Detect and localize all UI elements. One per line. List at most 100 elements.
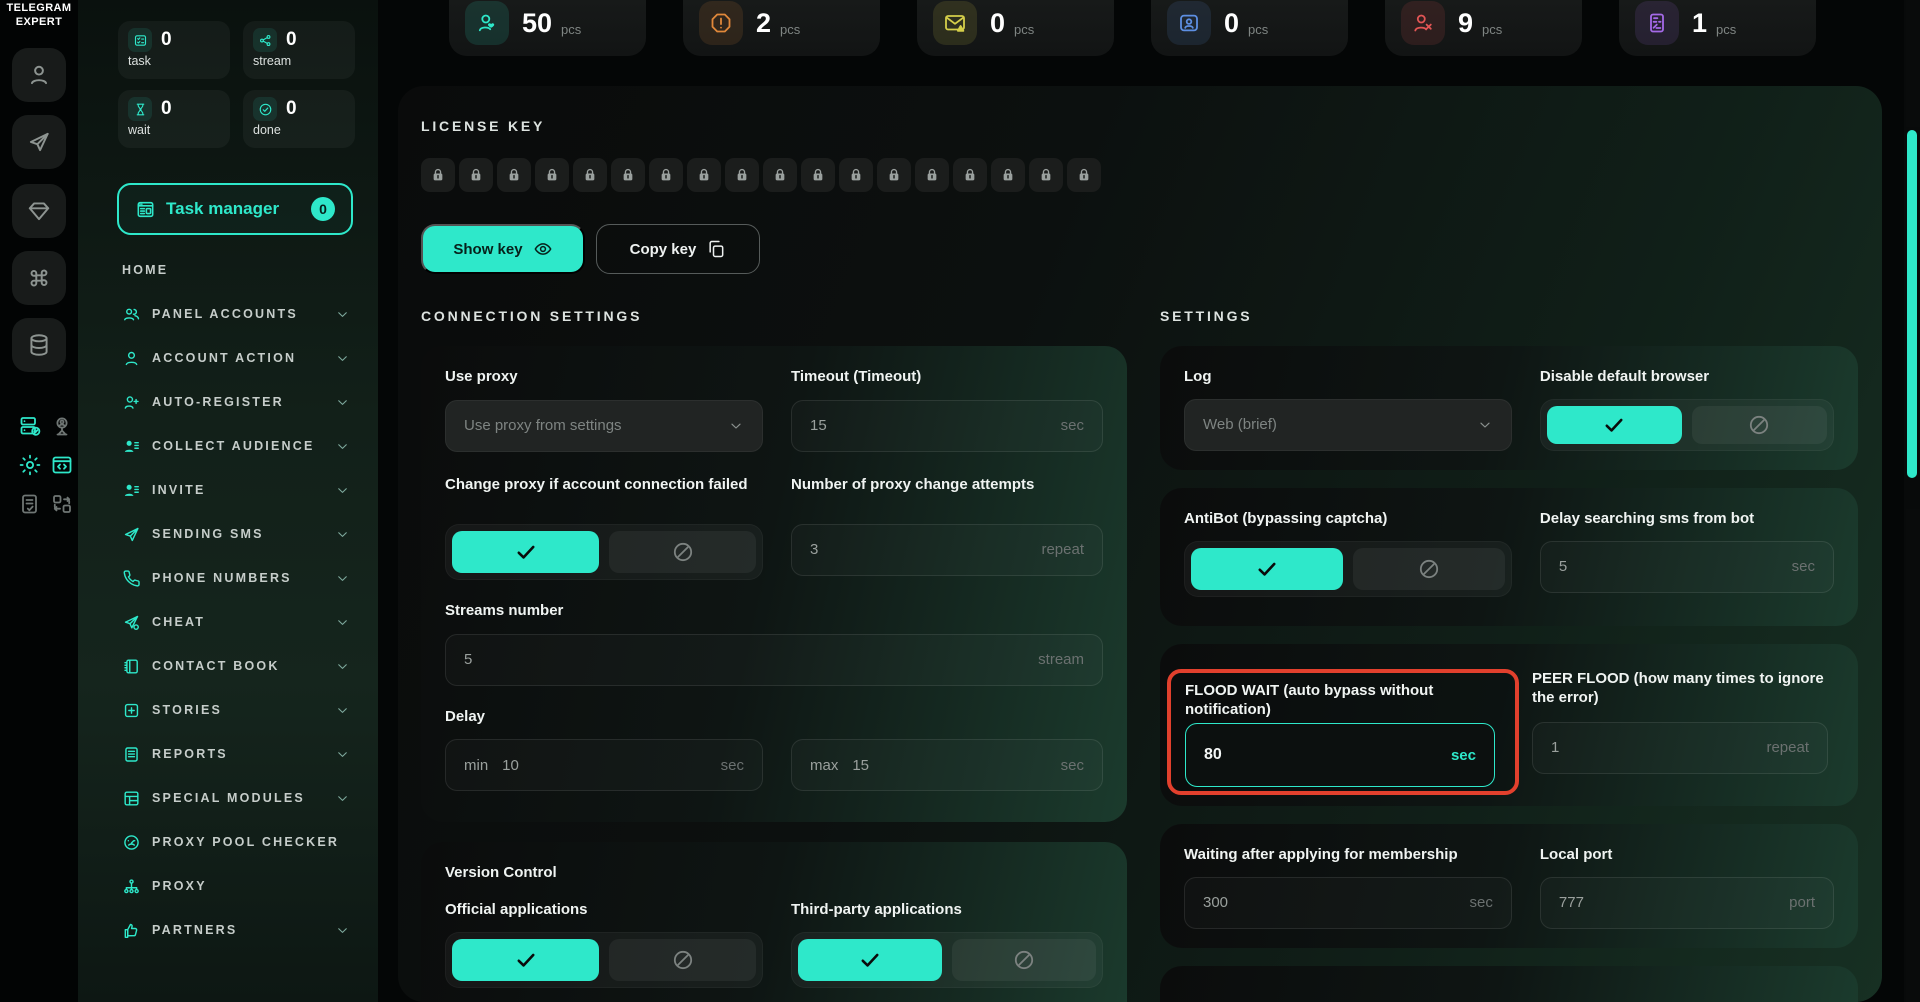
change-proxy-off[interactable]: [609, 531, 756, 573]
timeout-input[interactable]: 15 sec: [791, 400, 1103, 452]
stat-card-user-heart[interactable]: 50pcs: [449, 0, 646, 56]
ban-icon: [1012, 948, 1036, 972]
flood-wait-input[interactable]: 80 sec: [1185, 723, 1495, 787]
sms-delay-input[interactable]: 5 sec: [1540, 541, 1834, 593]
sidebar-item-invite[interactable]: INVITE: [78, 468, 378, 512]
peer-flood-label: PEER FLOOD (how many times to ignore the…: [1532, 670, 1828, 708]
doc-check-icon[interactable]: [18, 492, 42, 516]
stat-label: stream: [253, 54, 345, 68]
sidebar-item-label: PARTNERS: [152, 923, 237, 937]
sidebar-item-auto-register[interactable]: AUTO-REGISTER: [78, 380, 378, 424]
antibot-off[interactable]: [1353, 548, 1505, 590]
change-proxy-on[interactable]: [452, 531, 599, 573]
official-apps-on[interactable]: [452, 939, 599, 981]
flood-wait-highlight: FLOOD WAIT (auto bypass without notifica…: [1167, 669, 1519, 795]
stat-card-user-x[interactable]: 9pcs: [1385, 0, 1582, 56]
delay-max-input[interactable]: max 15 sec: [791, 739, 1103, 791]
chevron-down-icon: [335, 351, 350, 366]
disable-browser-toggle: [1540, 399, 1834, 451]
sidebar: 0task0stream0wait0done Task manager 0 HO…: [78, 0, 378, 1002]
rail-gem-button[interactable]: [12, 184, 66, 238]
stat-card-user-frame[interactable]: 0pcs: [1151, 0, 1348, 56]
license-char-tile: [763, 158, 797, 192]
sidebar-item-panel-accounts[interactable]: PANEL ACCOUNTS: [78, 292, 378, 336]
stat-card-mail-warning[interactable]: 0pcs: [917, 0, 1114, 56]
gear-icon[interactable]: [18, 453, 42, 477]
rail-paper-plane-button[interactable]: [12, 115, 66, 169]
stat-card-alert-octagon[interactable]: 2pcs: [683, 0, 880, 56]
lock-icon: [923, 166, 941, 184]
rail-user-button[interactable]: [12, 48, 66, 102]
sidebar-item-cheat[interactable]: CHEAT: [78, 600, 378, 644]
lock-icon: [1037, 166, 1055, 184]
server-check-icon[interactable]: [18, 414, 42, 438]
task-manager-button[interactable]: Task manager 0: [117, 183, 353, 235]
log-select[interactable]: Web (brief): [1184, 399, 1512, 451]
sidebar-item-proxy-pool-checker[interactable]: PROXY POOL CHECKER: [78, 820, 378, 864]
connection-settings-title: CONNECTION SETTINGS: [421, 308, 642, 324]
antibot-toggle: [1184, 541, 1512, 597]
local-port-input[interactable]: 777 port: [1540, 877, 1834, 929]
use-proxy-select[interactable]: Use proxy from settings: [445, 400, 763, 452]
lock-icon: [543, 166, 561, 184]
disable-browser-off[interactable]: [1692, 406, 1827, 444]
thirdparty-apps-off[interactable]: [952, 939, 1096, 981]
license-char-tile: [839, 158, 873, 192]
antibot-on[interactable]: [1191, 548, 1343, 590]
license-char-tile: [421, 158, 455, 192]
sidebar-item-label: ACCOUNT ACTION: [152, 351, 296, 365]
user-plus-icon: [122, 393, 141, 412]
person-node-icon[interactable]: [50, 414, 74, 438]
delay-min-input[interactable]: min 10 sec: [445, 739, 763, 791]
sidebar-item-stories[interactable]: STORIES: [78, 688, 378, 732]
thirdparty-apps-on[interactable]: [798, 939, 942, 981]
sidebar-item-partners[interactable]: PARTNERS: [78, 908, 378, 952]
chevron-down-icon: [335, 395, 350, 410]
code-window-icon[interactable]: [50, 453, 74, 477]
disable-browser-on[interactable]: [1547, 406, 1682, 444]
attempts-input[interactable]: 3 repeat: [791, 524, 1103, 576]
show-key-button[interactable]: Show key: [421, 224, 585, 274]
membership-wait-input[interactable]: 300 sec: [1184, 877, 1512, 929]
lock-icon: [657, 166, 675, 184]
stat-row: 0: [253, 97, 345, 121]
streams-unit: stream: [1038, 651, 1084, 668]
sidebar-item-sending-sms[interactable]: SENDING SMS: [78, 512, 378, 556]
sidebar-item-home[interactable]: HOME: [78, 248, 378, 292]
chevron-down-icon: [335, 659, 350, 674]
sidebar-item-special-modules[interactable]: SPECIAL MODULES: [78, 776, 378, 820]
copy-key-button[interactable]: Copy key: [596, 224, 760, 274]
copy-key-label: Copy key: [630, 241, 697, 258]
sidebar-item-reports[interactable]: REPORTS: [78, 732, 378, 776]
ban-icon: [1417, 557, 1441, 581]
streams-input[interactable]: 5 stream: [445, 634, 1103, 686]
app-rail: TELEGRAM EXPERT: [0, 0, 78, 1002]
sidebar-item-phone-numbers[interactable]: PHONE NUMBERS: [78, 556, 378, 600]
stat-card-module-device[interactable]: 1pcs: [1619, 0, 1816, 56]
sidebar-item-collect-audience[interactable]: COLLECT AUDIENCE: [78, 424, 378, 468]
page-scrollbar-thumb[interactable]: [1907, 130, 1917, 478]
local-port-value: 777: [1559, 894, 1584, 911]
sidebar-item-label: CHEAT: [152, 615, 205, 629]
rail-database-button[interactable]: [12, 318, 66, 372]
sidebar-item-proxy[interactable]: PROXY: [78, 864, 378, 908]
peer-flood-input[interactable]: 1 repeat: [1532, 722, 1828, 774]
sidebar-item-label: PHONE NUMBERS: [152, 571, 292, 585]
official-apps-off[interactable]: [609, 939, 756, 981]
rail-command-button[interactable]: [12, 251, 66, 305]
flood-wait-label: FLOOD WAIT (auto bypass without notifica…: [1185, 682, 1485, 720]
paper-plane-icon: [122, 525, 141, 544]
swap-icon[interactable]: [50, 492, 74, 516]
modules-grid-icon: [122, 789, 141, 808]
license-char-tile: [1067, 158, 1101, 192]
official-apps-label: Official applications: [445, 901, 763, 920]
user-heart-icon: [465, 1, 509, 45]
chevron-down-icon: [335, 747, 350, 762]
lock-icon: [619, 166, 637, 184]
sidebar-item-account-action[interactable]: ACCOUNT ACTION: [78, 336, 378, 380]
sidebar-item-contact-book[interactable]: CONTACT BOOK: [78, 644, 378, 688]
thirdparty-apps-label: Third-party applications: [791, 901, 1103, 920]
ban-icon: [671, 948, 695, 972]
task-manager-icon: [135, 199, 156, 220]
thumbs-up-icon: [122, 921, 141, 940]
